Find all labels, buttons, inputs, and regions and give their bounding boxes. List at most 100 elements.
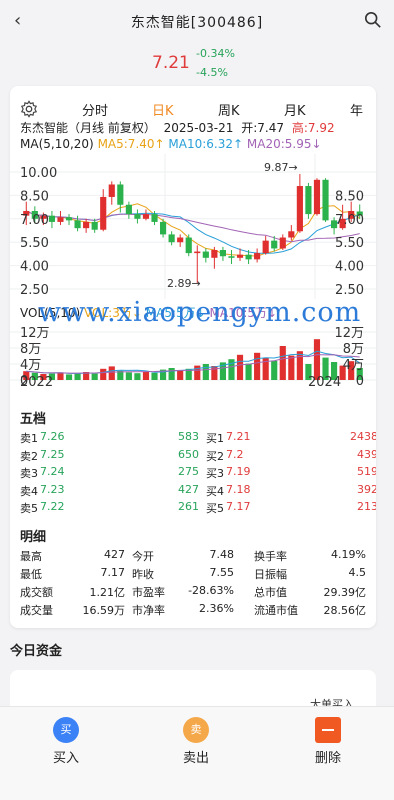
ma-legend-prefix: MA(5,10,20): [20, 137, 94, 151]
sell-level-price: 7.23: [40, 482, 65, 496]
sell-level-label: 卖2: [20, 449, 38, 463]
sell-level-volume: 261: [178, 500, 199, 513]
sell-level-label: 卖5: [20, 502, 38, 515]
chart-date: 2025-03-21: [163, 121, 234, 135]
buy-level-label: 买5: [206, 502, 224, 515]
vol-tick-left: 8万: [20, 342, 41, 357]
volume-bar: [288, 355, 295, 380]
details-value: 4.19%: [331, 548, 366, 561]
details-row: 成交量 16.59万 市净率 2.36% 流通市值 28.56亿: [20, 602, 370, 619]
tab-intraday[interactable]: 分时: [82, 100, 108, 119]
ma10-value: MA10:6.32↑: [168, 137, 244, 151]
details-key: 市盈率: [132, 586, 165, 599]
watermark: www.xiaopengym.com: [38, 297, 362, 328]
capital-title: 今日资金: [10, 644, 63, 659]
candle-body: [134, 214, 141, 219]
candle-body: [65, 217, 73, 221]
x-label-2024: 2024: [308, 375, 341, 388]
delete-button[interactable]: 删除: [298, 717, 358, 766]
candle-body: [168, 234, 175, 243]
search-icon[interactable]: [364, 11, 382, 29]
volume-bar: [211, 366, 218, 380]
volume-bar: [271, 360, 278, 380]
candle-body: [254, 253, 261, 260]
details-row: 最高 427 今开 7.48 换手率 4.19%: [20, 548, 370, 565]
sell-level-label: 卖4: [20, 484, 38, 498]
tab-daily[interactable]: 日K: [152, 100, 174, 119]
buy-level-volume: 519: [357, 465, 376, 478]
price-tick-right: 7.00: [335, 213, 364, 228]
orderbook-row: 卖5 7.22 261 买5 7.17 213: [20, 500, 376, 517]
stock-card: 分时 日K 周K 月K 年 东杰智能（月线 前复权） 2025-03-21 开:…: [10, 86, 376, 628]
candle-body: [211, 250, 218, 258]
candle-body: [313, 179, 321, 215]
sell-level-price: 7.24: [40, 465, 65, 478]
details-row: 成交额 1.21亿 市盈率 -28.63% 总市值 29.39亿: [20, 584, 370, 601]
candle-body: [322, 179, 329, 221]
buy-level-volume: 392: [357, 482, 376, 496]
volume-bar: [177, 370, 184, 380]
buy-level-label: 买4: [206, 484, 224, 498]
price-tick-right: 8.50: [335, 189, 364, 204]
details-value: 7.48: [209, 548, 235, 561]
buy-level-price: 7.2: [226, 447, 244, 461]
high-marker: 9.87→: [264, 161, 298, 174]
tab-yearly[interactable]: 年: [350, 100, 363, 119]
candle-body: [296, 186, 303, 232]
buy-level-price: 7.17: [226, 500, 251, 513]
change-percent-2: -4.5%: [196, 66, 228, 79]
sell-button[interactable]: 卖 卖出: [166, 717, 226, 766]
kline-chart[interactable]: 10.00 8.50 7.00 5.50 4.00 2.50 8.50 7.00 5.50 4.0…: [10, 154, 376, 299]
volume-bar: [65, 374, 73, 380]
buy-level-volume: 213: [357, 500, 376, 513]
candle-body: [117, 184, 124, 205]
buy-level-price: 7.21: [226, 430, 251, 443]
bottom-action-bar: 买 买入 卖 卖出 删除: [0, 706, 394, 800]
details-key: 昨收: [132, 568, 154, 581]
candle-body: [305, 186, 312, 215]
details-key: 总市值: [254, 586, 287, 599]
candle-body: [74, 220, 81, 229]
volume-bar: [74, 373, 81, 380]
stock-name: 东杰智能（月线 前复权）: [20, 121, 156, 135]
candle-body: [202, 251, 209, 258]
candle-body: [245, 254, 252, 260]
volume-chart[interactable]: 12万8万4万012万8万4万02022 2024: [10, 322, 376, 388]
details-value: 4.5: [348, 566, 367, 579]
tab-monthly[interactable]: 月K: [284, 100, 306, 119]
buy-level-price: 7.19: [226, 465, 251, 478]
candle-body: [125, 204, 132, 215]
candle-body: [57, 217, 64, 222]
buy-button[interactable]: 买 买入: [36, 717, 96, 766]
details-key: 市净率: [132, 604, 165, 617]
candle-body: [236, 254, 244, 258]
volume-bar: [142, 371, 150, 380]
change-percent: -0.34%: [196, 47, 235, 60]
volume-bar: [151, 372, 158, 380]
orderbook-row: 卖2 7.25 650 买2 7.2 439: [20, 447, 376, 465]
tab-weekly[interactable]: 周K: [218, 100, 240, 119]
ma-legend: MA(5,10,20) MA5:7.40↑ MA10:6.32↑ MA20:5.…: [20, 137, 322, 151]
price-tick-right: 2.50: [335, 283, 364, 298]
price-tick-left: 7.00: [20, 213, 49, 228]
ma10-line: [26, 210, 360, 254]
candle-body: [288, 231, 295, 238]
volume-bar: [279, 346, 286, 380]
high-price: 高:7.92: [291, 121, 335, 135]
volume-bar: [236, 354, 244, 380]
sell-level-volume: 583: [178, 430, 199, 443]
details-value: 427: [104, 548, 125, 561]
price-tick-left: 8.50: [20, 189, 49, 204]
details-key: 最低: [20, 568, 42, 581]
details-key: 换手率: [254, 550, 287, 563]
ma20-value: MA20:5.95↓: [246, 137, 322, 151]
buy-label: 买入: [52, 751, 79, 766]
vol-tick-right: 4万: [343, 358, 364, 373]
vol-tick-right: 8万: [343, 342, 364, 357]
details-key: 成交量: [20, 604, 53, 617]
details-value: 29.39亿: [323, 586, 367, 599]
volume-bar: [296, 351, 303, 380]
sell-level-label: 卖3: [20, 467, 38, 480]
volume-bar: [228, 359, 235, 380]
details-key: 流通市值: [254, 604, 298, 617]
